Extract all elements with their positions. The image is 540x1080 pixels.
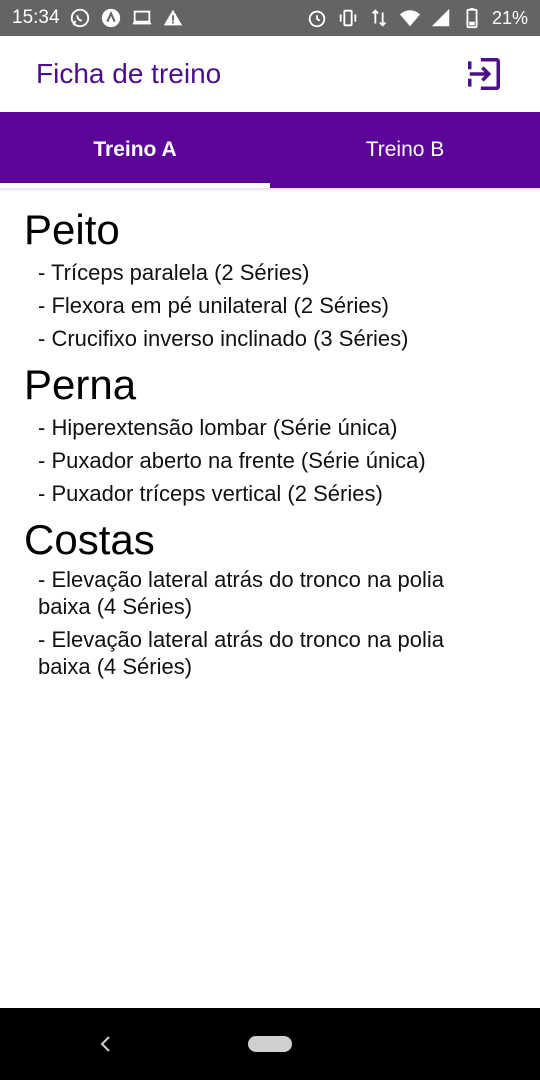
app-bar: Ficha de treino [0,36,540,112]
signal-icon [430,7,452,29]
tab-bar: Treino A Treino B [0,112,540,188]
section-title: Costas [24,516,155,563]
back-button[interactable] [92,1030,120,1058]
battery-icon [461,7,483,29]
chevron-left-icon [100,1036,110,1052]
wifi-icon [399,7,421,29]
exercise-item: - Crucifixo inverso inclinado (3 Séries) [38,326,409,351]
home-pill-button[interactable] [248,1036,292,1052]
tab-bar-shadow [0,188,540,192]
section-title: Peito [24,206,120,253]
section-peito: Peito - Tríceps paralela (2 Séries) - Fl… [24,204,516,355]
exercise-item: - Puxador aberto na frente (Série única) [38,448,426,473]
battery-percentage: 21% [491,7,528,28]
status-bar: 15:34 21% [0,0,540,36]
exercise-item: - Elevação lateral atrás do tronco na po… [38,627,445,679]
status-time: 15:34 [12,7,60,28]
whatsapp-icon [69,7,91,29]
data-transfer-icon [368,7,390,29]
exercise-list: - Hiperextensão lombar (Série única) - P… [24,411,516,510]
warning-icon [162,7,184,29]
exercise-item: - Hiperextensão lombar (Série única) [38,415,398,440]
section-perna: Perna - Hiperextensão lombar (Série únic… [24,359,516,510]
exercise-item: - Flexora em pé unilateral (2 Séries) [38,293,389,318]
exercise-list: - Tríceps paralela (2 Séries) - Flexora … [24,256,516,355]
workout-content: Peito - Tríceps paralela (2 Séries) - Fl… [0,196,540,686]
alarm-icon [306,7,328,29]
exercise-list: - Elevação lateral atrás do tronco na po… [24,566,516,680]
notification-app-icon [100,7,122,29]
exercise-item: - Elevação lateral atrás do tronco na po… [38,567,445,619]
system-nav-bar [0,1008,540,1080]
exit-icon [468,58,500,90]
status-bar-left: 15:34 [12,7,184,29]
tab-treino-b[interactable]: Treino B [270,112,540,188]
tab-treino-a[interactable]: Treino A [0,112,270,188]
page-title: Ficha de treino [36,58,222,89]
logout-button[interactable] [464,54,504,94]
status-bar-right: 21% [306,7,528,29]
vibrate-icon [337,7,359,29]
exercise-item: - Tríceps paralela (2 Séries) [38,260,310,285]
laptop-icon [131,7,153,29]
section-costas: Costas - Elevação lateral atrás do tronc… [24,514,516,680]
section-title: Perna [24,361,137,408]
exercise-item: - Puxador tríceps vertical (2 Séries) [38,481,383,506]
